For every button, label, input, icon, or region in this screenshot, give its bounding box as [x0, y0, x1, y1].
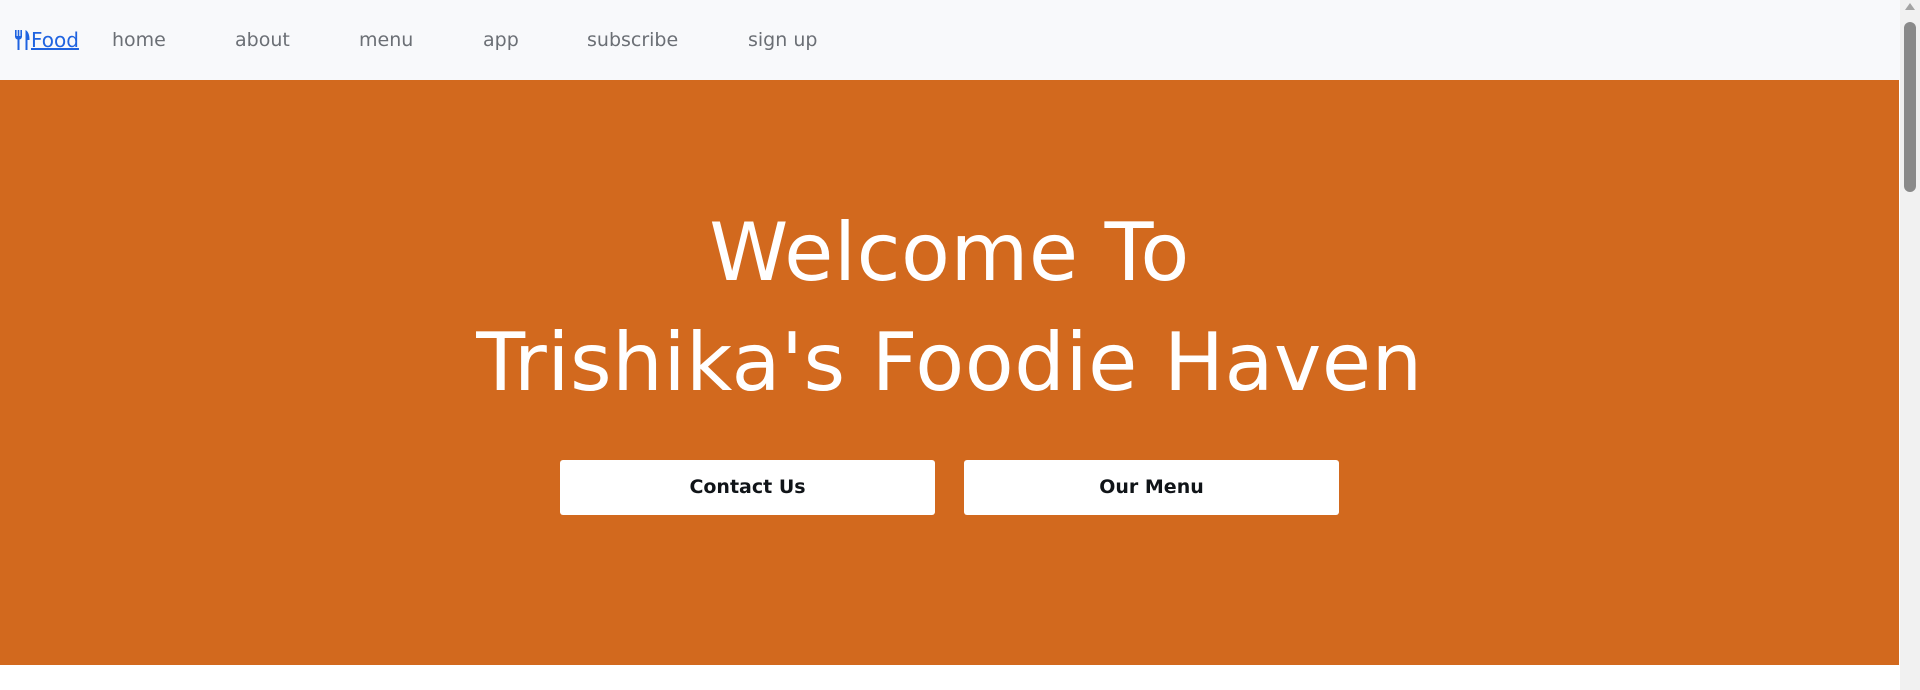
hero-title-line1: Welcome To — [709, 206, 1190, 299]
nav-link-menu[interactable]: menu — [359, 26, 413, 54]
hero-title-line2: Trishika's Foodie Haven — [476, 316, 1423, 409]
nav-link-app[interactable]: app — [483, 26, 519, 54]
nav-link-subscribe[interactable]: subscribe — [587, 26, 678, 54]
hero-section: Welcome To Trishika's Foodie Haven Conta… — [0, 80, 1899, 665]
nav-link-about[interactable]: about — [235, 26, 290, 54]
our-menu-button[interactable]: Our Menu — [964, 460, 1339, 515]
scroll-up-arrow-icon[interactable] — [1905, 3, 1915, 10]
navbar: Food home about menu app subscribe sign … — [0, 0, 1900, 80]
brand-label: Food — [31, 28, 79, 52]
scrollbar-thumb[interactable] — [1904, 22, 1916, 192]
page: Food home about menu app subscribe sign … — [0, 0, 1920, 690]
nav-link-home[interactable]: home — [112, 26, 166, 54]
vertical-scrollbar[interactable] — [1900, 0, 1920, 690]
utensils-icon — [14, 29, 31, 51]
nav-link-sign-up[interactable]: sign up — [748, 26, 817, 54]
brand-link[interactable]: Food — [14, 26, 79, 54]
contact-us-button[interactable]: Contact Us — [560, 460, 935, 515]
